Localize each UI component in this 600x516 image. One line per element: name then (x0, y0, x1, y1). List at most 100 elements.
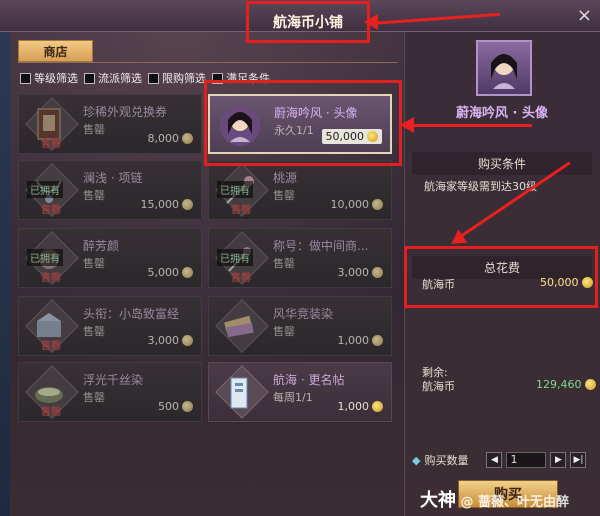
item-name: 珍稀外观兑换券 (83, 105, 168, 119)
shop-item-card[interactable]: 已拥有 售罄 称号：做中间商... 售罄 3,000 (208, 228, 392, 288)
owned-badge: 已拥有 (217, 181, 253, 198)
item-name: 风华竞装染 (273, 307, 334, 321)
item-price: 10,000 (330, 198, 383, 211)
owned-badge: 已拥有 (27, 181, 63, 198)
detail-title: 蔚海吟风 · 头像 (456, 106, 548, 121)
price-value: 1,000 (337, 334, 370, 347)
remaining-value: 129,460 (536, 378, 582, 391)
coin-icon (584, 379, 596, 390)
shop-item-card[interactable]: 已拥有 售罄 桃源 售罄 10,000 (208, 160, 392, 220)
item-name: 浮光千丝染 (83, 373, 144, 387)
arrowhead-icon (400, 117, 414, 133)
watermark-brand: 大神 (420, 490, 456, 511)
coin-icon (182, 335, 193, 346)
item-sub: 售罄 (83, 325, 105, 338)
filter-school[interactable]: 流派筛选 (84, 70, 142, 86)
highlight-box-item (204, 80, 402, 166)
increase-button[interactable]: ▶ (550, 452, 567, 468)
shop-item-card[interactable]: 已拥有 售罄 澜浅 · 项链 售罄 15,000 (18, 160, 202, 220)
item-sub: 售罄 (273, 189, 295, 202)
coin-icon (182, 401, 193, 412)
item-sub: 售罄 (83, 123, 105, 136)
price-value: 8,000 (147, 132, 180, 145)
shop-item-card[interactable]: 售罄 头衔：小岛致富经 售罄 3,000 (18, 296, 202, 356)
arrowhead-icon (364, 14, 378, 30)
shop-item-card[interactable]: 售罄 浮光千丝染 售罄 500 (18, 362, 202, 422)
coin-icon (372, 267, 383, 278)
owned-badge: 已拥有 (27, 249, 63, 266)
filter-label: 等级筛选 (34, 72, 78, 85)
item-price: 8,000 (147, 132, 193, 145)
shop-item-card[interactable]: 已拥有 售罄 醉芳颜 售罄 5,000 (18, 228, 202, 288)
sold-out-badge: 售罄 (41, 205, 61, 216)
tab-divider (18, 62, 398, 63)
item-price: 1,000 (337, 400, 383, 413)
item-sub: 售罄 (273, 257, 295, 270)
filter-limit[interactable]: 限购筛选 (148, 70, 206, 86)
condition-text: 航海家等级需到达30级 (424, 180, 537, 193)
annotation-arrow (412, 124, 532, 127)
dye-cards-icon (215, 299, 269, 353)
coin-icon (372, 401, 383, 412)
remaining-currency: 航海币 (422, 380, 455, 393)
price-value: 15,000 (140, 198, 180, 211)
checkbox-icon[interactable] (84, 72, 95, 84)
sold-out-badge: 售罄 (41, 407, 61, 418)
sold-out-badge: 售罄 (41, 139, 61, 150)
price-value: 1,000 (337, 400, 370, 413)
item-sub: 售罄 (83, 391, 105, 404)
item-sub: 售罄 (83, 189, 105, 202)
filter-label: 流派筛选 (98, 72, 142, 85)
coin-icon (372, 335, 383, 346)
remaining-amount: 129,460 (536, 378, 596, 391)
item-name: 航海 · 更名帖 (273, 373, 345, 387)
checkbox-icon[interactable] (20, 72, 31, 84)
decrease-button[interactable]: ◀ (486, 452, 503, 468)
item-name: 称号：做中间商... (273, 239, 369, 253)
item-price: 15,000 (140, 198, 193, 211)
rename-card-icon (215, 365, 269, 419)
left-edge-strip (0, 0, 10, 516)
max-button[interactable]: ▶| (570, 452, 587, 468)
watermark: 大神 @ 蔷薇、叶无由醉 (420, 486, 569, 512)
quantity-input[interactable]: 1 (506, 452, 547, 468)
coin-icon (182, 267, 193, 278)
item-name: 桃源 (273, 171, 298, 185)
price-value: 5,000 (147, 266, 180, 279)
item-sub: 售罄 (273, 325, 295, 338)
item-name: 醉芳颜 (83, 239, 120, 253)
owned-badge: 已拥有 (217, 249, 253, 266)
item-name: 头衔：小岛致富经 (83, 307, 180, 321)
price-value: 500 (158, 400, 179, 413)
coin-icon (182, 133, 193, 144)
item-sub: 售罄 (83, 257, 105, 270)
watermark-text: @ 蔷薇、叶无由醉 (460, 495, 570, 510)
filter-level[interactable]: 等级筛选 (20, 70, 78, 86)
quantity-label: 购买数量 (424, 454, 469, 467)
detail-avatar-icon (476, 40, 532, 96)
sold-out-badge: 售罄 (231, 205, 251, 216)
sold-out-badge: 售罄 (231, 273, 251, 284)
close-button[interactable]: × (577, 5, 592, 26)
price-value: 3,000 (147, 334, 180, 347)
checkbox-icon[interactable] (148, 72, 159, 84)
item-price: 5,000 (147, 266, 193, 279)
item-price: 3,000 (337, 266, 383, 279)
price-value: 10,000 (330, 198, 370, 211)
price-value: 3,000 (337, 266, 370, 279)
shop-item-card[interactable]: 风华竞装染 售罄 1,000 (208, 296, 392, 356)
item-price: 500 (158, 400, 193, 413)
highlight-box-total (404, 246, 598, 308)
item-price: 1,000 (337, 334, 383, 347)
item-name: 澜浅 · 项链 (83, 171, 143, 185)
window-title: 航海币小铺 (246, 1, 370, 43)
item-sub: 每周1/1 (273, 391, 313, 404)
tab-shop[interactable]: 商店 (18, 40, 93, 62)
item-price: 3,000 (147, 334, 193, 347)
shop-item-card[interactable]: 航海 · 更名帖 每周1/1 1,000 (208, 362, 392, 422)
coin-icon (182, 199, 193, 210)
diamond-icon: ◆ (412, 453, 421, 467)
quantity-row: ◆ 购买数量 ◀ 1 ▶ ▶| (412, 452, 587, 468)
sold-out-badge: 售罄 (41, 341, 61, 352)
shop-item-card[interactable]: 售罄 珍稀外观兑换券 售罄 8,000 (18, 94, 202, 154)
